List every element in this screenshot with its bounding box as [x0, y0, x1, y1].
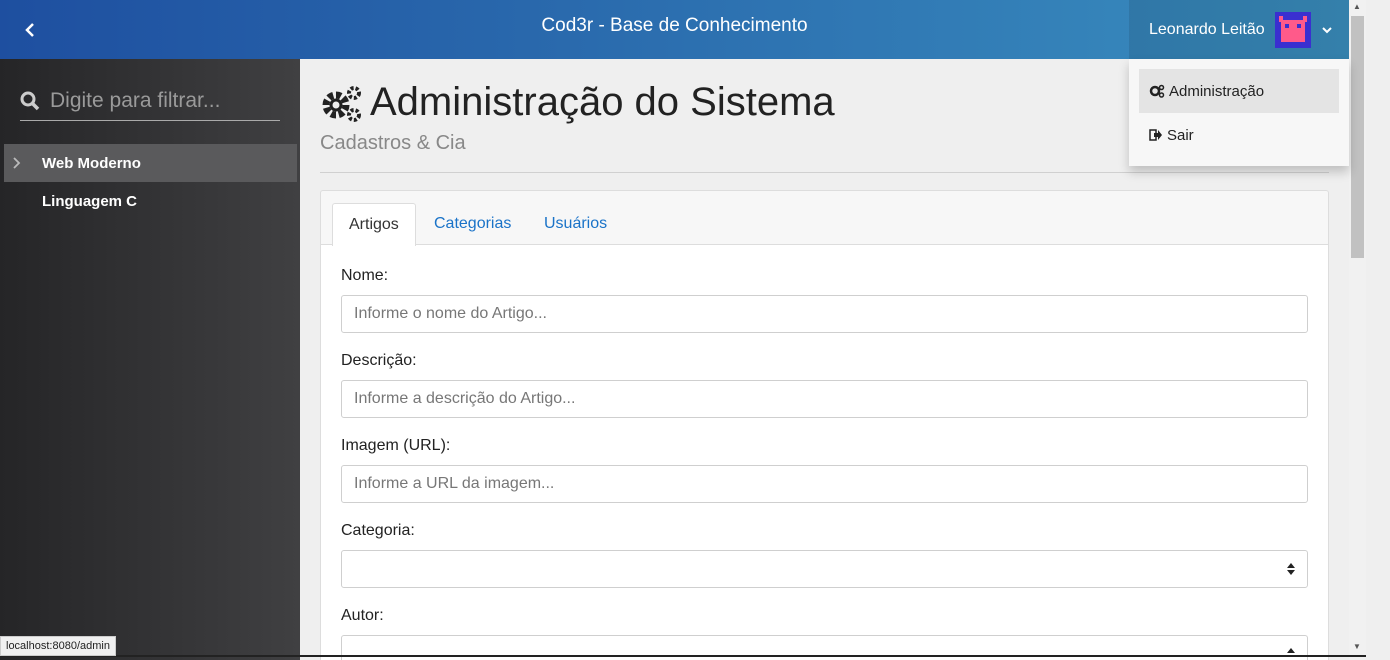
- user-menu-button[interactable]: Leonardo Leitão: [1129, 0, 1349, 59]
- scroll-up-icon[interactable]: ▲: [1353, 2, 1361, 11]
- sidebar: Web Moderno Linguagem C: [0, 59, 300, 660]
- chevron-right-icon[interactable]: [12, 156, 22, 170]
- page-title-text: Administração do Sistema: [370, 80, 835, 124]
- category-select[interactable]: [341, 550, 1308, 588]
- window-edge: [0, 655, 1366, 657]
- image-url-input[interactable]: [341, 465, 1308, 503]
- scroll-down-icon[interactable]: ▼: [1353, 642, 1361, 651]
- description-input[interactable]: [341, 380, 1308, 418]
- name-input[interactable]: [341, 295, 1308, 333]
- cogs-icon: [1149, 84, 1165, 98]
- admin-card: Artigos Categorias Usuários: [320, 190, 1329, 660]
- select-arrows-icon: [1287, 648, 1295, 653]
- toggle-menu-button[interactable]: [0, 0, 60, 59]
- admin-menu-item[interactable]: Administração: [1139, 69, 1339, 113]
- tab-artigos[interactable]: Artigos: [332, 203, 416, 246]
- name-label: Nome:: [341, 267, 389, 284]
- scroll-thumb[interactable]: [1351, 16, 1364, 258]
- user-dropdown: Administração Sair: [1129, 59, 1349, 166]
- chevron-down-icon: [1321, 26, 1332, 33]
- category-label: Categoria:: [341, 522, 415, 539]
- tab-usuarios[interactable]: Usuários: [528, 203, 623, 245]
- image-url-label: Imagem (URL):: [341, 437, 451, 454]
- divider: [320, 172, 1329, 173]
- chevron-left-icon: [25, 22, 34, 37]
- page-scrollbar[interactable]: ▲ ▼: [1349, 0, 1366, 660]
- user-name: Leonardo Leitão: [1149, 20, 1265, 38]
- page-title: Administração do Sistema: [320, 80, 835, 125]
- author-label: Autor:: [341, 607, 384, 624]
- admin-menu-label: Administração: [1169, 82, 1265, 100]
- cogs-icon: [322, 85, 361, 122]
- sign-out-icon: [1149, 129, 1162, 141]
- app-header: Cod3r - Base de Conhecimento Leonardo Le…: [0, 0, 1349, 59]
- logout-menu-item[interactable]: Sair: [1139, 113, 1339, 157]
- search-icon: [20, 91, 40, 110]
- description-label: Descrição:: [341, 352, 417, 369]
- page-subtitle: Cadastros & Cia: [320, 132, 466, 154]
- search-input[interactable]: [50, 88, 270, 113]
- tree-item-label: Web Moderno: [42, 154, 141, 172]
- status-url: localhost:8080/admin: [0, 636, 116, 656]
- avatar: [1274, 11, 1311, 48]
- tree-item-web-moderno[interactable]: Web Moderno: [4, 144, 297, 182]
- search-box: [20, 81, 280, 121]
- tab-categorias[interactable]: Categorias: [418, 203, 527, 245]
- tree-item-linguagem-c[interactable]: Linguagem C: [4, 182, 297, 220]
- select-arrows-icon: [1287, 563, 1295, 575]
- logout-menu-label: Sair: [1167, 126, 1194, 144]
- tree-item-label: Linguagem C: [42, 192, 138, 210]
